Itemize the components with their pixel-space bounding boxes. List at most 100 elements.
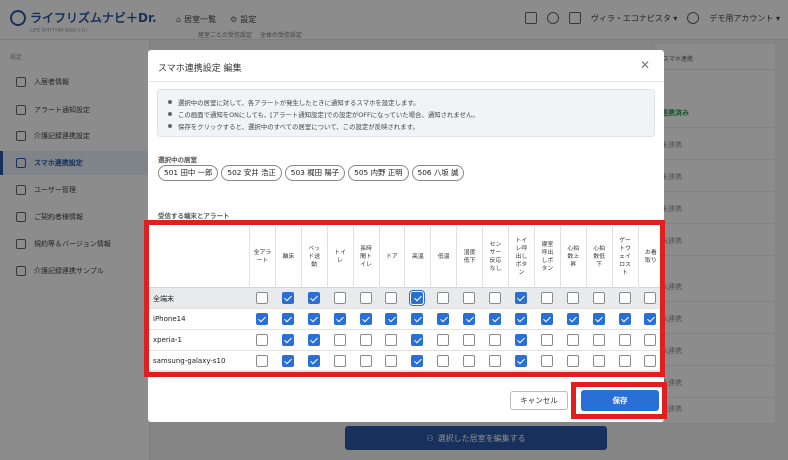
- selected-rooms-list: 501 田中 一郎 502 安井 浩正 503 梶田 陽子 505 内野 正明 …: [158, 165, 465, 181]
- alert-checkbox[interactable]: [644, 355, 657, 367]
- alert-checkbox[interactable]: [592, 313, 605, 325]
- notice-line: 選択中の居室に対して、各アラートが発生したときに通知するスマホを設定します。: [168, 96, 644, 108]
- alert-checkbox[interactable]: [540, 292, 553, 304]
- notice-line: この画面で通知をONにしても、[アラート通知設定]での設定がOFFになっていた場…: [168, 108, 644, 120]
- alert-checkbox[interactable]: [385, 313, 398, 325]
- alert-column-header: 心拍 数上昇: [559, 226, 586, 288]
- alert-checkbox[interactable]: [592, 334, 605, 346]
- alert-checkbox[interactable]: [540, 355, 553, 367]
- close-icon[interactable]: ✕: [638, 58, 652, 72]
- notice-line: 保存をクリックすると、選択中のすべての居室について、この設定が反映されます。: [168, 120, 644, 132]
- alert-checkbox[interactable]: [566, 355, 579, 367]
- alert-checkbox[interactable]: [540, 334, 553, 346]
- device-row: 全端末: [148, 288, 664, 309]
- selected-rooms-label: 選択中の居室: [158, 156, 197, 164]
- alert-checkbox[interactable]: [307, 292, 320, 304]
- alert-checkbox[interactable]: [566, 292, 579, 304]
- cancel-button[interactable]: キャンセル: [510, 391, 568, 410]
- alert-checkbox[interactable]: [281, 292, 294, 304]
- alert-checkbox[interactable]: [385, 292, 398, 304]
- alert-checkbox[interactable]: [592, 292, 605, 304]
- bullet-icon: [168, 100, 172, 104]
- alert-checkbox[interactable]: [255, 355, 268, 367]
- alert-checkbox[interactable]: [514, 355, 527, 367]
- info-notice: 選択中の居室に対して、各アラートが発生したときに通知するスマホを設定します。 こ…: [157, 89, 655, 137]
- alert-checkbox[interactable]: [437, 313, 450, 325]
- alert-checkbox[interactable]: [333, 313, 346, 325]
- alert-checkbox[interactable]: [333, 292, 346, 304]
- alert-checkbox[interactable]: [255, 334, 268, 346]
- room-chip: 501 田中 一郎: [158, 165, 219, 181]
- alert-checkbox[interactable]: [592, 355, 605, 367]
- alert-column-header: 高温: [404, 226, 431, 288]
- alert-checkbox[interactable]: [463, 355, 476, 367]
- alert-checkbox[interactable]: [463, 334, 476, 346]
- device-name: iPhone14: [153, 315, 186, 323]
- room-chip: 503 梶田 陽子: [284, 165, 346, 181]
- device-name: samsung-galaxy-s10: [153, 357, 226, 365]
- room-chip: 502 安井 浩正: [221, 165, 282, 181]
- alert-checkbox[interactable]: [333, 334, 346, 346]
- alert-column-header: 長時 間ト イレ: [352, 226, 379, 288]
- alert-checkbox[interactable]: [411, 313, 424, 325]
- device-name: 全端末: [153, 295, 174, 303]
- alert-checkbox[interactable]: [359, 313, 372, 325]
- alert-checkbox[interactable]: [618, 355, 631, 367]
- alert-checkbox[interactable]: [644, 292, 657, 304]
- alert-checkbox[interactable]: [437, 292, 450, 304]
- alert-checkbox[interactable]: [566, 334, 579, 346]
- alert-checkbox[interactable]: [359, 334, 372, 346]
- alert-checkbox[interactable]: [255, 292, 268, 304]
- alert-checkbox[interactable]: [307, 313, 320, 325]
- alert-checkbox[interactable]: [385, 355, 398, 367]
- alert-checkbox[interactable]: [644, 334, 657, 346]
- alert-checkbox[interactable]: [489, 355, 502, 367]
- matrix-corner: [148, 226, 249, 288]
- save-button[interactable]: 保存: [581, 390, 659, 411]
- alert-checkbox[interactable]: [463, 292, 476, 304]
- alert-checkbox[interactable]: [489, 334, 502, 346]
- alert-checkbox[interactable]: [566, 313, 579, 325]
- alert-checkbox[interactable]: [359, 355, 372, 367]
- alert-checkbox[interactable]: [437, 334, 450, 346]
- smartphone-link-edit-dialog: スマホ連携設定 編集 ✕ 選択中の居室に対して、各アラートが発生したときに通知す…: [148, 50, 664, 422]
- alert-checkbox[interactable]: [618, 334, 631, 346]
- alert-checkbox[interactable]: [411, 355, 424, 367]
- alert-checkbox[interactable]: [514, 334, 527, 346]
- alert-checkbox[interactable]: [307, 355, 320, 367]
- alert-column-header: 寝室 呼出 しボ タン: [533, 226, 560, 288]
- alert-checkbox[interactable]: [489, 292, 502, 304]
- alert-checkbox[interactable]: [463, 313, 476, 325]
- alert-column-header: トイレ: [326, 226, 353, 288]
- device-row: samsung-galaxy-s10: [148, 351, 664, 372]
- alert-checkbox[interactable]: [281, 313, 294, 325]
- alert-checkbox[interactable]: [359, 292, 372, 304]
- alert-column-header: セン サー 反応 なし: [482, 226, 508, 288]
- alert-checkbox[interactable]: [333, 355, 346, 367]
- alert-checkbox[interactable]: [411, 334, 424, 346]
- bullet-icon: [168, 124, 172, 128]
- dialog-title: スマホ連携設定 編集: [158, 64, 242, 74]
- alert-checkbox[interactable]: [618, 292, 631, 304]
- alert-checkbox[interactable]: [281, 334, 294, 346]
- alert-checkbox[interactable]: [540, 313, 553, 325]
- devices-alerts-label: 受信する端末とアラート: [158, 212, 230, 220]
- alert-checkbox[interactable]: [307, 334, 320, 346]
- alert-checkbox[interactable]: [385, 334, 398, 346]
- alert-checkbox[interactable]: [514, 292, 527, 304]
- alert-column-header: 心拍 数低下: [585, 226, 612, 288]
- device-row: xperia-1: [148, 330, 664, 351]
- alert-checkbox[interactable]: [255, 313, 268, 325]
- alert-checkbox[interactable]: [644, 313, 657, 325]
- alert-checkbox[interactable]: [437, 355, 450, 367]
- alert-column-header: 離床: [274, 226, 301, 288]
- alert-checkbox[interactable]: [618, 313, 631, 325]
- alert-column-header: 低温: [430, 226, 457, 288]
- device-alert-matrix: 全アラ ート 離床 ベッ ド送動トイレ長時 間ト イレ ドア 高温 低温 湿度 低下 セン サー 反応 なしト…: [148, 226, 664, 372]
- alert-checkbox[interactable]: [489, 313, 502, 325]
- bullet-icon: [168, 112, 172, 116]
- alert-checkbox[interactable]: [514, 313, 527, 325]
- alert-checkbox[interactable]: [281, 355, 294, 367]
- alert-checkbox[interactable]: [411, 292, 424, 304]
- device-name: xperia-1: [153, 336, 182, 344]
